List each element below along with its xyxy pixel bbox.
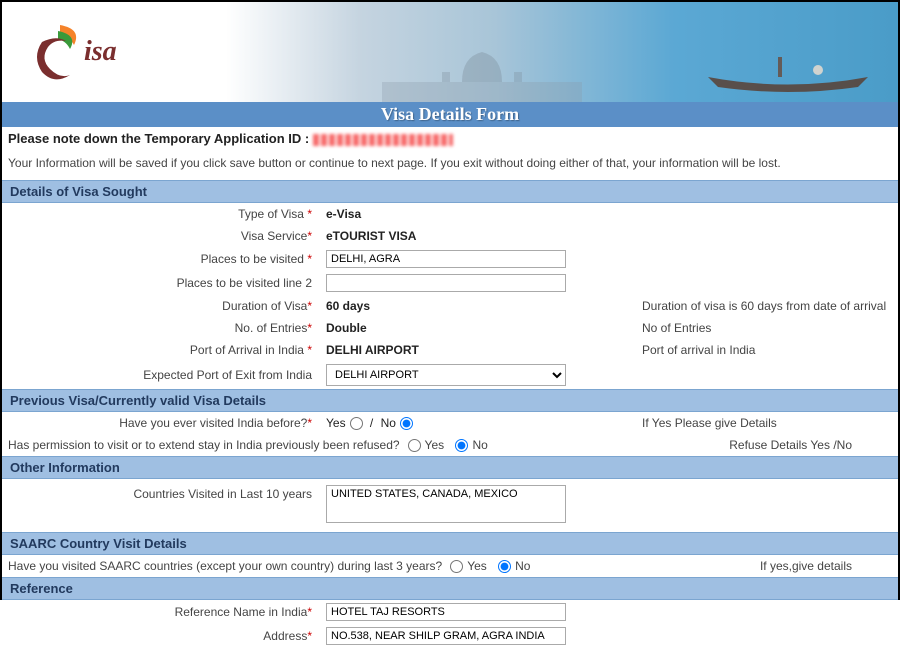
ref-name-input[interactable] [326,603,566,621]
port-exit-label: Expected Port of Exit from India [143,368,312,382]
header-banner: isa [2,2,898,102]
ref-addr-input[interactable] [326,627,566,645]
visited-yes-label: Yes [326,416,346,430]
countries-visited-label: Countries Visited in Last 10 years [133,487,312,501]
visited-yes-radio[interactable] [350,417,363,430]
visited-no-label: No [381,416,396,430]
places-visited-input[interactable] [326,250,566,268]
saarc-hint: If yes,give details [760,559,892,573]
section-visa-sought: Details of Visa Sought [2,180,898,203]
notice-prefix: Please note down the Temporary Applicati… [8,131,313,146]
countries-visited-textarea[interactable] [326,485,566,523]
redacted-id [313,134,453,146]
boat-icon [698,52,878,92]
refused-label: Has permission to visit or to extend sta… [8,438,400,452]
type-of-visa-value: e-Visa [322,207,612,221]
port-arrival-label: Port of Arrival in India [190,343,304,357]
port-exit-select[interactable]: DELHI AIRPORT [326,364,566,386]
places-visited2-label: Places to be visited line 2 [177,276,312,290]
save-info-text: Your Information will be saved if you cl… [2,150,898,180]
saarc-no-radio[interactable] [498,560,511,573]
saarc-question-label: Have you visited SAARC countries (except… [8,559,442,573]
section-other-info: Other Information [2,456,898,479]
temp-id-notice: Please note down the Temporary Applicati… [2,127,898,150]
visited-no-radio[interactable] [400,417,413,430]
port-arrival-value: DELHI AIRPORT [322,343,612,357]
section-reference: Reference [2,577,898,600]
visa-service-label: Visa Service [241,229,307,243]
duration-label: Duration of Visa [222,299,307,313]
entries-value: Double [322,321,612,335]
section-saarc: SAARC Country Visit Details [2,532,898,555]
entries-label: No. of Entries [235,321,308,335]
refused-yes-label: Yes [425,438,445,452]
duration-value: 60 days [322,299,612,313]
places-visited-label: Places to be visited [201,252,304,266]
refused-yes-radio[interactable] [408,439,421,452]
saarc-no-label: No [515,559,530,573]
port-arrival-hint: Port of arrival in India [612,343,898,357]
logo: isa [22,17,117,87]
places-visited2-input[interactable] [326,274,566,292]
section-prev-visa: Previous Visa/Currently valid Visa Detai… [2,389,898,412]
saarc-yes-label: Yes [467,559,487,573]
refused-no-radio[interactable] [455,439,468,452]
entries-hint: No of Entries [612,321,898,335]
visited-hint: If Yes Please give Details [612,416,898,430]
visa-service-value: eTOURIST VISA [322,229,612,243]
ref-name-label: Reference Name in India [175,605,308,619]
page-title: Visa Details Form [2,102,898,127]
duration-hint: Duration of visa is 60 days from date of… [612,299,898,313]
evisa-logo-icon [22,17,92,87]
refused-no-label: No [472,438,487,452]
saarc-yes-radio[interactable] [450,560,463,573]
building-silhouette-icon [382,32,582,102]
ref-addr-label: Address [263,629,307,643]
refused-hint: Refuse Details Yes /No [729,438,892,452]
visited-before-label: Have you ever visited India before? [119,416,307,430]
type-of-visa-label: Type of Visa [238,207,304,221]
